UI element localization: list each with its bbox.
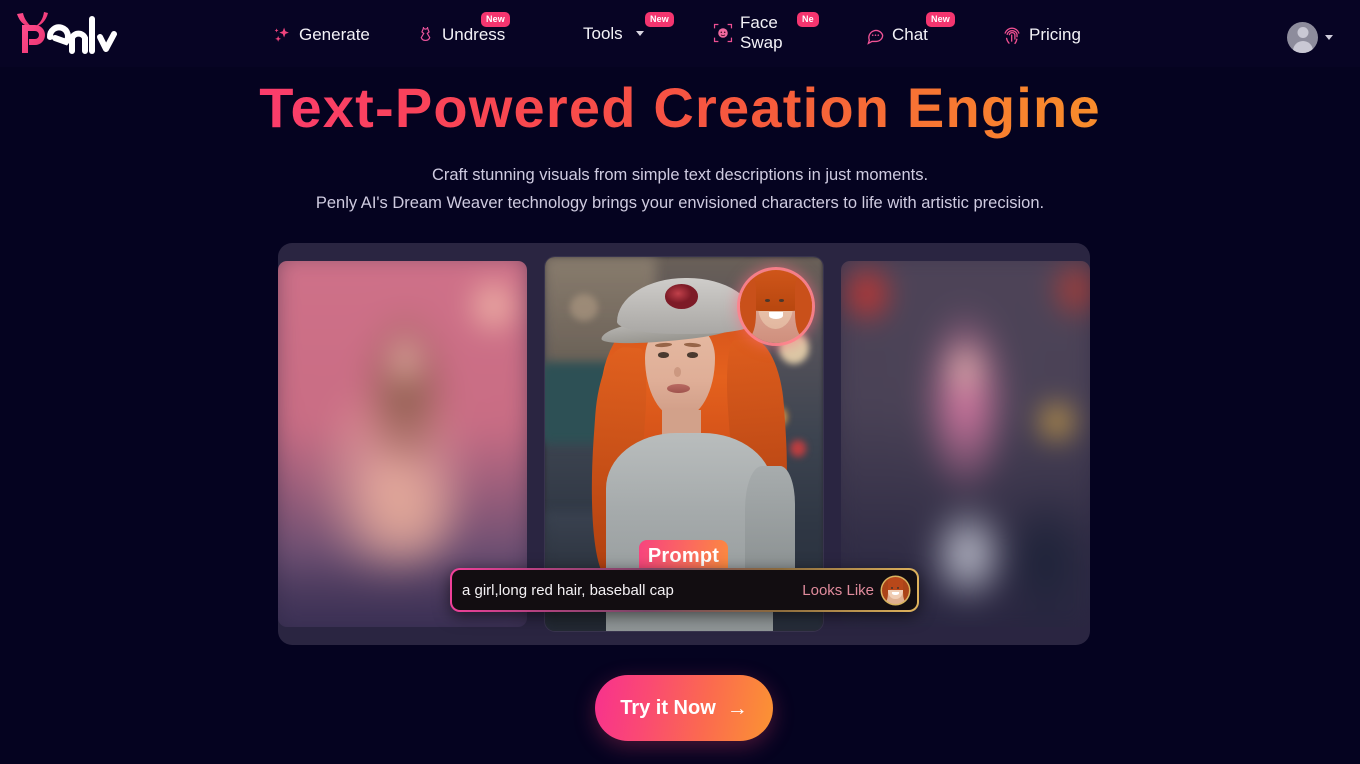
reference-face-thumbnail[interactable]	[882, 576, 909, 604]
badge-new-undress: New	[481, 12, 510, 27]
nav-label-undress: Undress	[442, 25, 506, 45]
chevron-down-icon	[1325, 35, 1333, 40]
hero-subtitle: Craft stunning visuals from simple text …	[0, 161, 1360, 217]
badge-new-tools: New	[645, 12, 674, 27]
face-scan-icon	[713, 22, 733, 44]
top-navbar: Generate Undress New Tools New Face Swap…	[0, 0, 1360, 67]
dress-icon	[415, 24, 435, 46]
hero-subtitle-line-2: Penly AI's Dream Weaver technology bring…	[315, 194, 1045, 212]
nav-label-face-swap: Face Swap	[740, 13, 783, 52]
nav-label-pricing: Pricing	[1029, 25, 1081, 45]
badge-new-chat: New	[926, 12, 955, 27]
chat-bubble-icon	[865, 24, 885, 46]
nav-item-undress[interactable]: Undress New	[415, 12, 510, 46]
try-it-now-label: Try it Now	[620, 696, 716, 719]
badge-new-face-swap: Ne	[797, 12, 819, 27]
prompt-bar-inner: a girl,long red hair, baseball cap Looks…	[452, 570, 917, 610]
hero-subtitle-line-1: Craft stunning visuals from simple text …	[431, 166, 929, 184]
user-avatar-icon	[1287, 22, 1318, 53]
try-it-now-button[interactable]: Try it Now →	[595, 675, 773, 741]
prompt-bar[interactable]: a girl,long red hair, baseball cap Looks…	[450, 568, 919, 612]
page-title: Text-Powered Creation Engine	[0, 76, 1360, 141]
nav-label-chat: Chat	[892, 25, 928, 45]
chevron-down-icon	[635, 31, 644, 37]
page-root: Generate Undress New Tools New Face Swap…	[0, 0, 1360, 764]
nav-item-generate[interactable]: Generate	[272, 24, 370, 46]
sparkles-icon	[272, 24, 292, 46]
nav-label-tools: Tools	[583, 24, 623, 43]
reference-face-circle	[739, 269, 812, 343]
fingerprint-icon	[1002, 24, 1022, 46]
penly-devil-logo	[17, 12, 117, 54]
looks-like-label: Looks Like	[802, 581, 874, 599]
nav-item-face-swap[interactable]: Face Swap Ne	[713, 12, 819, 52]
nav-item-pricing[interactable]: Pricing	[1002, 24, 1081, 46]
nav-item-tools[interactable]: Tools New	[583, 12, 674, 44]
penly-logo[interactable]	[14, 10, 124, 56]
prompt-text: a girl,long red hair, baseball cap	[462, 581, 674, 599]
nav-label-generate: Generate	[299, 25, 370, 45]
account-menu[interactable]	[1287, 22, 1333, 53]
arrow-right-icon: →	[726, 696, 748, 720]
nav-item-chat[interactable]: Chat New	[865, 12, 955, 46]
